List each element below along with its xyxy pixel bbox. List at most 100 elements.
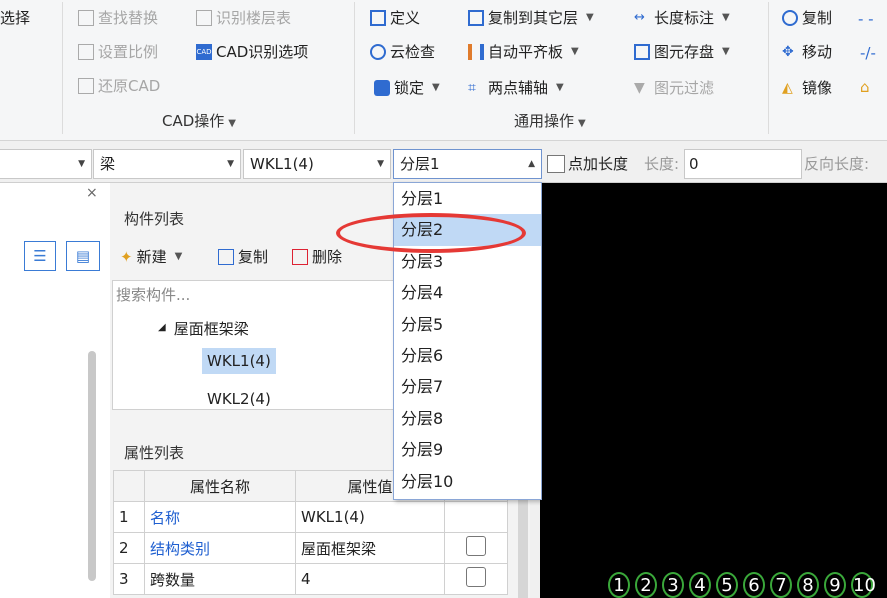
copy-to-layer-button[interactable]: 复制到其它层 ▼ [468,6,594,30]
tree-group-row[interactable]: ◢ 屋面框架梁 [158,318,249,339]
copy-button[interactable]: 复制 [782,6,832,30]
attr-checkbox[interactable] [466,567,486,587]
select-button[interactable]: 选择 [0,6,30,30]
dropdown-option[interactable]: 分层7 [394,371,541,402]
dropdown-option[interactable]: 分层1 [394,183,541,214]
annotation-circle [336,213,526,253]
add-length-checkbox[interactable] [547,155,565,173]
axis-label: 9 [824,572,846,598]
element-name-combo[interactable]: WKL1(4) ▼ [243,149,391,179]
general-group-label[interactable]: 通用操作 ▼ [514,110,586,131]
table-row[interactable]: 1 名称 WKL1(4) [113,501,508,533]
col-name-header: 属性名称 [144,470,296,502]
two-point-axis-button[interactable]: ⌗ 两点辅轴 ▼ [468,76,564,100]
sublayer-value: 分层1 [400,155,440,173]
dropdown-option[interactable]: 分层6 [394,340,541,371]
copy-component-button[interactable]: 复制 [218,246,268,267]
cad-options-icon: CAD [196,44,212,60]
table-row[interactable]: 3 跨数量 4 [113,563,508,595]
floor-table-button[interactable]: 识别楼层表 [196,6,291,30]
length-dimension-icon: ↔ [634,10,645,25]
extend-icon[interactable]: -/- [860,44,876,62]
mirror-icon: ◭ [782,80,793,96]
dropdown-option[interactable]: 分层10 [394,466,541,497]
ribbon: 选择 查找替换 设置比例 还原CAD 识别楼层表 CAD CAD识别选项 CAD… [0,0,887,141]
ribbon-separator [354,2,355,134]
move-button[interactable]: ✥ 移动 [782,40,832,64]
attr-checkbox[interactable] [466,536,486,556]
length-dimension-button[interactable]: ↔ 长度标注 ▼ [634,6,730,30]
two-point-axis-label: 两点辅轴 [488,79,549,97]
delete-icon [292,248,308,265]
find-replace-label: 查找替换 [98,9,159,27]
floor-table-icon [196,10,212,26]
add-length-label: 点加长度 [568,155,629,173]
ribbon-separator [62,2,63,134]
property-toolbar: ▼ 梁 ▼ WKL1(4) ▼ 分层1 ▲ 点加长度 长度: 0 反向长度: [0,146,887,183]
axis-label: 3 [662,572,684,598]
element-type-value: 梁 [100,155,116,173]
auto-align-icon [468,44,484,60]
tree-item-wkl2[interactable]: WKL2(4) [207,390,271,408]
scrollbar-thumb[interactable] [88,351,96,581]
dropdown-option[interactable]: 分层4 [394,277,541,308]
length-input[interactable]: 0 [684,149,802,179]
restore-cad-label: 还原CAD [98,77,161,95]
axis-label: 1 [608,572,630,598]
copy-label: 复制 [802,9,833,27]
auto-align-button[interactable]: 自动平齐板 ▼ [468,40,579,64]
element-save-icon [634,44,650,60]
detail-view-icon[interactable]: ▤ [66,241,100,271]
dropdown-option[interactable]: 分层8 [394,403,541,434]
dropdown-option[interactable]: 分层5 [394,309,541,340]
define-button[interactable]: 定义 [370,6,420,30]
element-filter-button[interactable]: ▼ 图元过滤 [634,76,714,100]
set-scale-label: 设置比例 [98,43,159,61]
offset-icon[interactable]: ⌂ [860,78,870,96]
element-type-combo[interactable]: 梁 ▼ [93,149,241,179]
axis-label: 7 [770,572,792,598]
layer-type-combo[interactable]: ▼ [0,149,92,179]
scale-icon [78,44,94,60]
cad-options-button[interactable]: CAD CAD识别选项 [196,40,308,64]
dropdown-option[interactable]: 分层9 [394,434,541,465]
left-navigation-pane: ☰ ▤ × [0,183,111,598]
restore-cad-button[interactable]: 还原CAD [78,74,160,98]
new-component-button[interactable]: ✦ 新建 ▼ [120,246,182,267]
element-filter-label: 图元过滤 [654,79,715,97]
search-input[interactable]: 搜索构件... [116,284,190,305]
axis-label: 8 [797,572,819,598]
cad-group-label[interactable]: CAD操作 ▼ [162,110,236,131]
two-point-axis-icon: ⌗ [468,80,476,96]
drawing-canvas[interactable] [540,183,887,598]
find-replace-button[interactable]: 查找替换 [78,6,158,30]
new-icon: ✦ [120,247,133,266]
sublayer-combo[interactable]: 分层1 ▲ [393,149,542,179]
element-save-label: 图元存盘 [654,43,715,61]
mirror-button[interactable]: ◭ 镜像 [782,76,832,100]
close-icon[interactable]: × [86,185,98,201]
floor-table-label: 识别楼层表 [216,9,292,27]
dash-line-icon[interactable]: - - [858,10,874,28]
collapse-icon: ◢ [158,322,166,333]
component-list-title: 构件列表 [124,210,185,228]
set-scale-button[interactable]: 设置比例 [78,40,158,64]
move-label: 移动 [802,43,833,61]
cloud-check-button[interactable]: 云检查 [370,40,435,64]
table-row[interactable]: 2 结构类别 屋面框架梁 [113,532,508,564]
lock-label: 锁定 [394,79,425,97]
lock-button[interactable]: 锁定 ▼ [374,76,440,100]
list-view-icon[interactable]: ☰ [24,241,56,271]
ribbon-separator [768,2,769,134]
axis-label: 4 [689,572,711,598]
element-save-button[interactable]: 图元存盘 ▼ [634,40,730,64]
reverse-length-label: 反向长度: [804,155,870,173]
tree-item-wkl1[interactable]: WKL1(4) [202,348,276,374]
delete-component-button[interactable]: 删除 [292,246,342,267]
axis-label: 6 [743,572,765,598]
property-list-title: 属性列表 [124,444,185,462]
auto-align-label: 自动平齐板 [488,43,564,61]
copy-to-layer-icon [468,10,484,26]
axis-label: 5 [716,572,738,598]
cloud-check-label: 云检查 [390,43,436,61]
